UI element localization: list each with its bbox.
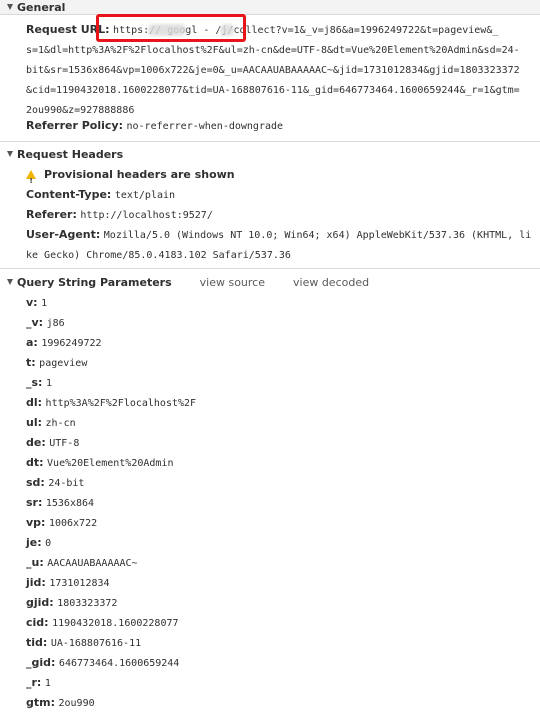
query-param-row: ul: zh-cn <box>26 413 536 434</box>
query-param-row: _v: j86 <box>26 313 536 334</box>
query-params-section-toggle[interactable]: Query String Parameters view source view… <box>0 273 540 291</box>
query-param-key: tid: <box>26 636 48 649</box>
query-params-title: Query String Parameters <box>17 275 172 289</box>
query-param-row: de: UTF-8 <box>26 433 536 454</box>
provisional-warning: Provisional headers are shown <box>26 165 536 191</box>
query-param-row: sd: 24-bit <box>26 473 536 494</box>
query-param-key: _v: <box>26 316 44 329</box>
query-param-key: dl: <box>26 396 43 409</box>
request-headers-title: Request Headers <box>17 147 124 161</box>
query-param-value: 1996249722 <box>41 338 102 349</box>
request-headers-section-toggle[interactable]: Request Headers <box>0 145 540 163</box>
query-param-row: sr: 1536x864 <box>26 493 536 514</box>
query-param-row: je: 0 <box>26 533 536 554</box>
query-param-value: 1190432018.1600228077 <box>52 618 179 629</box>
query-param-row: _r: 1 <box>26 673 536 694</box>
user-agent-label: User-Agent: <box>26 228 101 241</box>
query-param-row: gtm: 2ou990 <box>26 693 536 714</box>
query-param-value: 2ou990 <box>58 698 95 709</box>
referer-label: Referer: <box>26 208 77 221</box>
query-param-row: jid: 1731012834 <box>26 573 536 594</box>
query-param-row: vp: 1006x722 <box>26 513 536 534</box>
query-param-row: _gid: 646773464.1600659244 <box>26 653 536 674</box>
query-param-key: v: <box>26 296 38 309</box>
query-param-row: cid: 1190432018.1600228077 <box>26 613 536 634</box>
query-param-key: dt: <box>26 456 44 469</box>
expand-triangle-icon <box>7 151 13 157</box>
query-param-value: UA-168807616-11 <box>50 638 142 649</box>
highlight-box <box>96 14 246 42</box>
query-param-value: UTF-8 <box>49 438 80 449</box>
query-param-key: de: <box>26 436 46 449</box>
query-param-key: cid: <box>26 616 49 629</box>
query-param-key: jid: <box>26 576 46 589</box>
query-param-row: _s: 1 <box>26 373 536 394</box>
query-param-value: 646773464.1600659244 <box>58 658 180 669</box>
query-param-row: t: pageview <box>26 353 536 374</box>
query-param-value: pageview <box>39 358 88 369</box>
query-param-value: j86 <box>46 318 65 329</box>
referrer-policy-value: no-referrer-when-downgrade <box>126 121 284 132</box>
query-param-value: 1006x722 <box>48 518 98 529</box>
query-param-value: 24-bit <box>48 478 85 489</box>
query-param-key: sr: <box>26 496 43 509</box>
query-param-key: t: <box>26 356 36 369</box>
referrer-policy-row: Referrer Policy: no-referrer-when-downgr… <box>26 116 536 137</box>
section-divider <box>0 141 540 142</box>
query-param-key: gtm: <box>26 696 55 709</box>
query-param-key: vp: <box>26 516 46 529</box>
query-param-row: tid: UA-168807616-11 <box>26 633 536 654</box>
query-param-row: gjid: 1803323372 <box>26 593 536 614</box>
query-param-key: _u: <box>26 556 44 569</box>
referer-value: http://localhost:9527/ <box>80 210 213 221</box>
query-param-value: 1731012834 <box>49 578 110 589</box>
referer-row: Referer: http://localhost:9527/ <box>26 205 536 226</box>
query-param-value: AACAAUABAAAAAC~ <box>47 558 138 569</box>
request-url-value-line-2: s=1&dl=http%3A%2F%2Flocalhost%2F&ul=zh-c… <box>26 45 520 56</box>
view-decoded-link[interactable]: view decoded <box>293 276 369 289</box>
query-param-value: 1536x864 <box>45 498 95 509</box>
query-param-row: dt: Vue%20Element%20Admin <box>26 453 536 474</box>
referrer-policy-label: Referrer Policy: <box>26 119 123 132</box>
query-param-value: 1803323372 <box>57 598 118 609</box>
expand-triangle-icon <box>7 4 13 10</box>
expand-triangle-icon <box>7 279 13 285</box>
content-type-label: Content-Type: <box>26 188 112 201</box>
content-type-row: Content-Type: text/plain <box>26 185 536 206</box>
view-source-link[interactable]: view source <box>200 276 265 289</box>
query-param-value: 1 <box>45 378 52 389</box>
user-agent-value-line-1: Mozilla/5.0 (Windows NT 10.0; Win64; x64… <box>103 230 532 241</box>
section-divider <box>0 268 540 269</box>
query-param-value: 1 <box>44 678 51 689</box>
query-param-key: ul: <box>26 416 43 429</box>
query-param-value: http%3A%2F%2Flocalhost%2F <box>45 398 197 409</box>
query-param-key: _r: <box>26 676 42 689</box>
user-agent-row: User-Agent: Mozilla/5.0 (Windows NT 10.0… <box>26 225 534 266</box>
query-param-key: a: <box>26 336 38 349</box>
warning-icon <box>26 170 36 191</box>
query-param-key: sd: <box>26 476 45 489</box>
query-param-value: 0 <box>45 538 52 549</box>
query-param-key: _s: <box>26 376 43 389</box>
query-param-row: v: 1 <box>26 293 536 314</box>
request-url-value-line-3: bit&sr=1536x864&vp=1006x722&je=0&_u=AACA… <box>26 65 520 76</box>
query-param-key: gjid: <box>26 596 54 609</box>
query-param-value: Vue%20Element%20Admin <box>47 458 174 469</box>
general-section-title: General <box>17 0 66 14</box>
query-param-row: _u: AACAAUABAAAAAC~ <box>26 553 536 574</box>
query-param-value: zh-cn <box>45 418 76 429</box>
content-type-value: text/plain <box>114 190 176 201</box>
user-agent-value-line-2: ke Gecko) Chrome/85.0.4183.102 Safari/53… <box>26 250 291 261</box>
request-url-value-line-4: &cid=1190432018.1600228077&tid=UA-168807… <box>26 85 520 96</box>
query-param-key: je: <box>26 536 42 549</box>
provisional-warning-text: Provisional headers are shown <box>44 168 235 181</box>
general-section-toggle[interactable]: General <box>0 0 540 16</box>
query-param-value: 1 <box>41 298 48 309</box>
query-param-row: a: 1996249722 <box>26 333 536 354</box>
query-param-key: _gid: <box>26 656 56 669</box>
query-param-row: dl: http%3A%2F%2Flocalhost%2F <box>26 393 536 414</box>
